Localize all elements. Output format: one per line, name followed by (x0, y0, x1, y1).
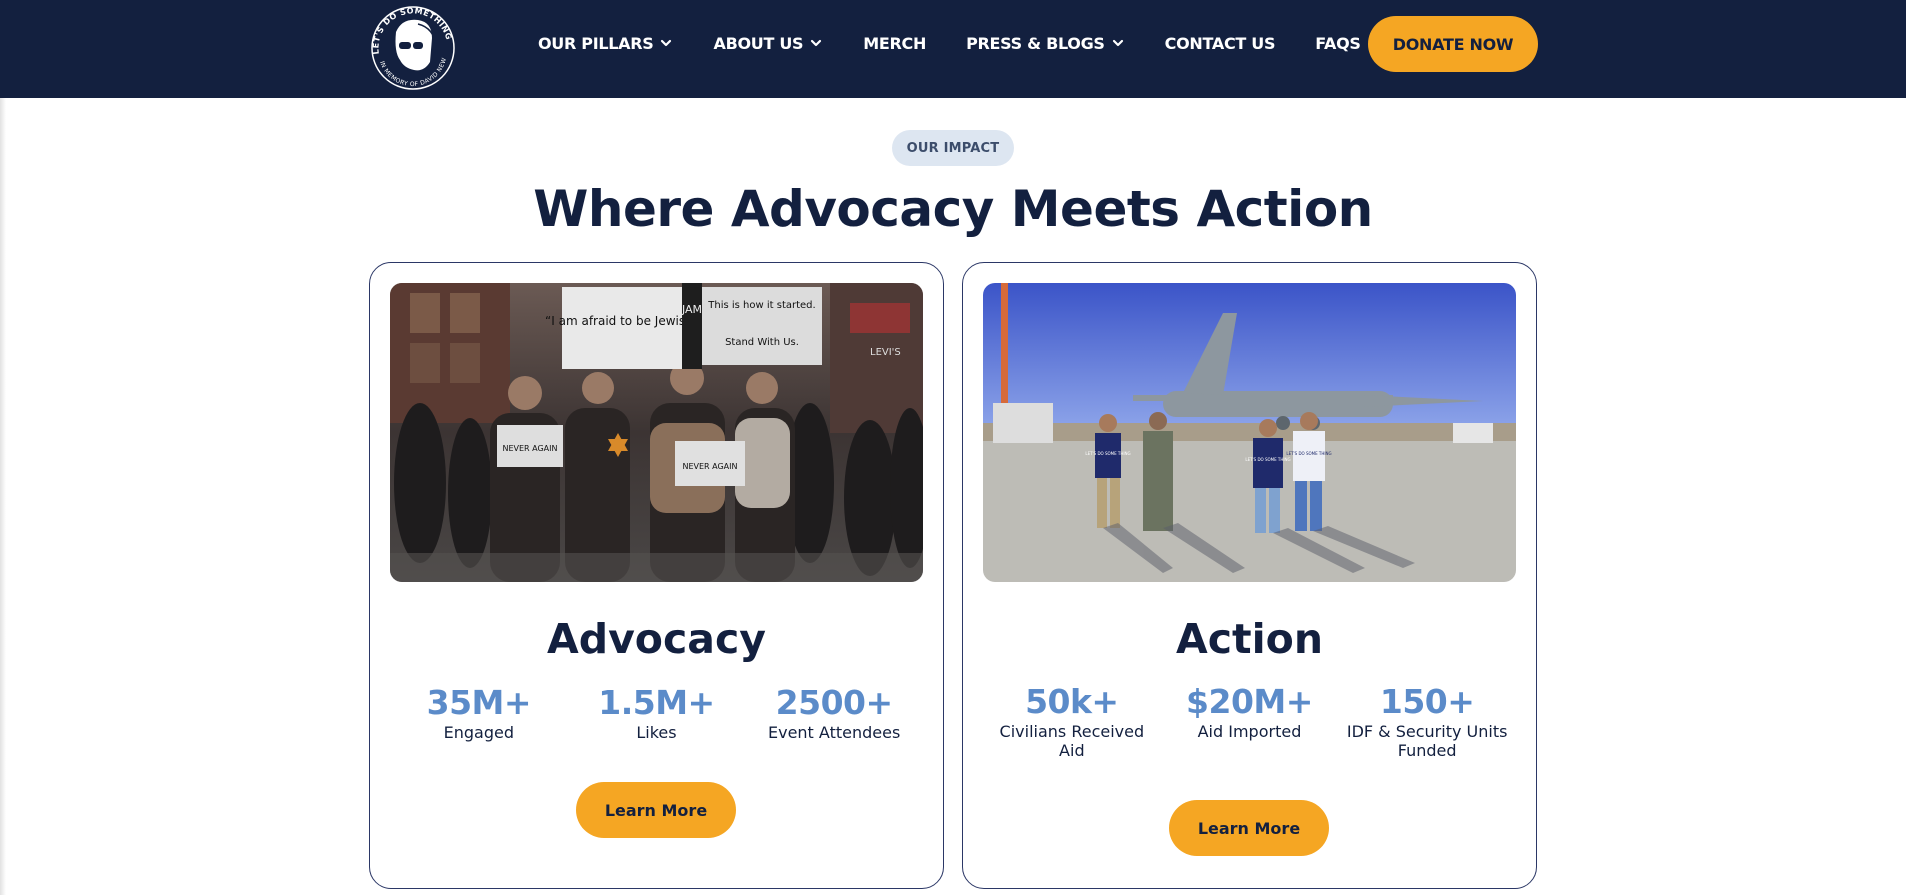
advocacy-photo-street-sign: JAM (681, 303, 702, 316)
stat-value: 1.5M+ (598, 683, 715, 722)
stat-value: 50k+ (1025, 682, 1119, 721)
action-learn-more-button[interactable]: Learn More (1169, 800, 1329, 856)
advocacy-photo-sign-afraid: “I am afraid to be Jewish” (545, 314, 699, 328)
stat-value: 2500+ (775, 683, 894, 722)
nav-contact-us[interactable]: CONTACT US (1165, 34, 1276, 53)
advocacy-learn-more-button[interactable]: Learn More (576, 782, 736, 838)
advocacy-photo-sign-started: This is how it started. (707, 300, 815, 311)
stat-value: 35M+ (426, 683, 532, 722)
chevron-down-icon (811, 39, 822, 47)
stat-aid-imported: $20M+ Aid Imported (1164, 682, 1334, 760)
nav-press-blogs-label: PRESS & BLOGS (966, 33, 1105, 53)
top-navbar: LET'S DO SOMETHING IN MEMORY OF DAVID NE… (0, 0, 1906, 98)
stat-label: Likes (636, 723, 677, 742)
advocacy-photo-sign-never-again-1: NEVER AGAIN (502, 444, 557, 453)
logo[interactable]: LET'S DO SOMETHING IN MEMORY OF DAVID NE… (366, 2, 460, 92)
action-photo-shirt-2: LET'S DO SOME THING (1245, 457, 1290, 462)
advocacy-photo: LEVI'S “I am afraid to be Jewish” JAM Th… (390, 283, 923, 582)
stat-likes: 1.5M+ Likes (571, 683, 741, 742)
nav-press-blogs[interactable]: PRESS & BLOGS (966, 34, 1125, 53)
nav-our-pillars-label: OUR PILLARS (538, 33, 654, 53)
advocacy-card: LEVI'S “I am afraid to be Jewish” JAM Th… (369, 262, 944, 889)
action-card: LET'S DO SOME THING LET'S DO SOME THING … (962, 262, 1537, 889)
stat-value: $20M+ (1186, 682, 1313, 721)
advocacy-heading: Advocacy (547, 615, 766, 663)
advocacy-stats: 35M+ Engaged 1.5M+ Likes 2500+ Event Att… (370, 683, 943, 742)
nav-faqs-label: FAQS (1315, 33, 1361, 53)
advocacy-photo-sign-standwithus: Stand With Us. (725, 337, 799, 348)
advocacy-photo-store-sign: LEVI'S (870, 347, 901, 358)
action-photo: LET'S DO SOME THING LET'S DO SOME THING … (983, 283, 1516, 582)
stat-civilians-aided: 50k+ Civilians Received Aid (987, 682, 1157, 760)
stat-label: IDF & Security Units Funded (1346, 722, 1508, 760)
stat-label: Event Attendees (767, 723, 901, 742)
stat-event-attendees: 2500+ Event Attendees (749, 683, 919, 742)
section-eyebrow-badge: OUR IMPACT (892, 130, 1014, 166)
stat-engaged: 35M+ Engaged (394, 683, 564, 742)
donate-now-button[interactable]: DONATE NOW (1368, 16, 1538, 72)
chevron-down-icon (1112, 39, 1123, 47)
stat-value: 150+ (1379, 682, 1475, 721)
stat-units-funded: 150+ IDF & Security Units Funded (1342, 682, 1512, 760)
action-photo-shirt-3: LET'S DO SOME THING (1286, 451, 1331, 456)
stat-label: Aid Imported (1197, 722, 1302, 741)
nav-about-us-label: ABOUT US (713, 33, 804, 53)
advocacy-photo-sign-never-again-2: NEVER AGAIN (682, 462, 737, 471)
nav-our-pillars[interactable]: OUR PILLARS (538, 34, 673, 53)
nav-contact-us-label: CONTACT US (1164, 33, 1276, 53)
nav-merch-label: MERCH (863, 33, 927, 53)
stat-label: Engaged (443, 723, 515, 742)
action-heading: Action (1175, 615, 1324, 663)
action-stats: 50k+ Civilians Received Aid $20M+ Aid Im… (963, 682, 1536, 760)
action-photo-shirt-1: LET'S DO SOME THING (1085, 451, 1130, 456)
stat-label: Civilians Received Aid (999, 722, 1145, 760)
section-title: Where Advocacy Meets Action (533, 180, 1373, 238)
chevron-down-icon (661, 39, 672, 47)
nav-merch[interactable]: MERCH (863, 34, 926, 53)
nav-faqs[interactable]: FAQS (1315, 33, 1361, 53)
nav-about-us[interactable]: ABOUT US (713, 34, 823, 53)
